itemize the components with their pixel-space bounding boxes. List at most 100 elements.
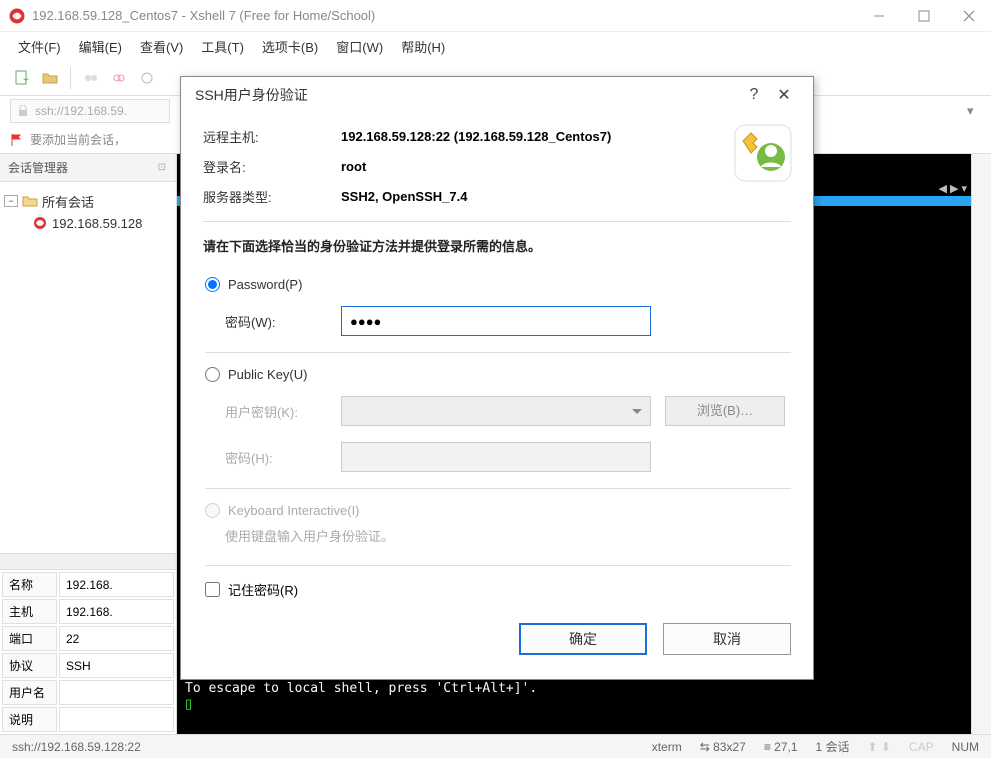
instruction-text: 请在下面选择恰当的身份验证方法并提供登录所需的信息。 [203,236,791,255]
terminal-hint: To escape to local shell, press 'Ctrl+Al… [185,681,537,696]
prop-proto-key: 协议 [2,653,57,678]
disconnect-icon[interactable] [135,66,159,90]
userkey-combo [341,396,651,426]
tree-root[interactable]: − 所有会话 [4,190,172,212]
passphrase-label: 密码(H): [225,448,341,467]
server-type-label: 服务器类型: [203,187,341,206]
password-field-label: 密码(W): [225,312,341,331]
session-manager-sidebar: 会话管理器 ⊡ − 所有会话 192.168.59.128 名称192.168.… [0,154,177,734]
dialog-close-button[interactable]: ✕ [769,85,799,105]
address-dropdown-icon[interactable]: ▾ [967,103,981,119]
login-label: 登录名: [203,157,341,176]
remote-host-label: 远程主机: [203,127,341,146]
svg-text:+: + [23,75,29,86]
menu-file[interactable]: 文件(F) [10,34,69,59]
status-term: xterm [652,740,682,754]
password-radio[interactable]: Password(P) [205,277,791,292]
prop-desc-key: 说明 [2,707,57,732]
prop-host-key: 主机 [2,599,57,624]
window-title: 192.168.59.128_Centos7 - Xshell 7 (Free … [32,8,856,23]
divider [203,221,791,222]
status-arrows: ⬆ ⬇ [868,740,891,754]
divider [205,352,791,353]
open-folder-icon[interactable] [38,66,62,90]
divider [205,565,791,566]
tree-root-label: 所有会话 [42,192,94,211]
prop-proto-val: SSH [59,653,174,678]
publickey-radio-label: Public Key(U) [228,367,307,382]
sidebar-pin-icon[interactable]: ⊡ [158,162,168,173]
keyboard-interactive-radio-input [205,503,220,518]
menu-edit[interactable]: 编辑(E) [71,34,130,59]
menu-help[interactable]: 帮助(H) [393,34,453,59]
maximize-button[interactable] [901,0,946,32]
remember-password-checkbox[interactable]: 记住密码(R) [205,580,791,599]
connect-icon[interactable] [79,66,103,90]
server-type-value: SSH2, OpenSSH_7.4 [341,189,467,204]
menu-tools[interactable]: 工具(T) [193,34,252,59]
collapse-icon[interactable]: − [4,195,18,207]
new-file-icon[interactable]: + [10,66,34,90]
password-radio-label: Password(P) [228,277,302,292]
minimize-button[interactable] [856,0,901,32]
prop-user-key: 用户名 [2,680,57,705]
dialog-title-bar: SSH用户身份验证 ? ✕ [181,77,813,113]
status-sessions: 1 会话 [816,738,850,755]
status-pos: ≡ 27,1 [764,740,798,754]
auth-user-icon [733,123,793,183]
publickey-radio[interactable]: Public Key(U) [205,367,791,382]
toolbar-separator [70,67,71,89]
sidebar-title: 会话管理器 [8,159,68,176]
prop-host-val: 192.168. [59,599,174,624]
tree-session-label: 192.168.59.128 [52,216,142,231]
dialog-title: SSH用户身份验证 [195,85,308,105]
status-bar: ssh://192.168.59.128:22 xterm ⇆ 83x27 ≡ … [0,734,991,758]
keyboard-interactive-label: Keyboard Interactive(I) [228,503,360,518]
ssh-auth-dialog: SSH用户身份验证 ? ✕ 远程主机:192.168.59.128:22 (19… [180,76,814,680]
prop-port-key: 端口 [2,626,57,651]
remote-host-value: 192.168.59.128:22 (192.168.59.128_Centos… [341,129,611,144]
password-radio-input[interactable] [205,277,220,292]
prop-user-val [59,680,174,705]
quick-hint: 要添加当前会话， [30,131,126,148]
session-tree: − 所有会话 192.168.59.128 [0,182,176,553]
prop-name-key: 名称 [2,572,57,597]
password-input[interactable] [341,306,651,336]
publickey-radio-input[interactable] [205,367,220,382]
status-cap: CAP [909,740,934,754]
sidebar-scrollbar[interactable] [0,553,176,569]
login-value: root [341,159,366,174]
title-bar: 192.168.59.128_Centos7 - Xshell 7 (Free … [0,0,991,32]
flag-icon [10,133,24,147]
passphrase-input [341,442,651,472]
userkey-label: 用户密钥(K): [225,402,341,421]
sidebar-header: 会话管理器 ⊡ [0,154,176,182]
ok-button[interactable]: 确定 [519,623,647,655]
folder-icon [22,193,38,209]
address-text: ssh://192.168.59. [35,104,127,118]
divider [205,488,791,489]
prop-port-val: 22 [59,626,174,651]
menu-bar: 文件(F) 编辑(E) 查看(V) 工具(T) 选项卡(B) 窗口(W) 帮助(… [0,32,991,60]
cancel-button[interactable]: 取消 [663,623,791,655]
status-num: NUM [952,740,979,754]
tree-session-item[interactable]: 192.168.59.128 [4,212,172,234]
menu-view[interactable]: 查看(V) [132,34,191,59]
keyboard-interactive-note: 使用键盘输入用户身份验证。 [205,526,791,545]
dialog-help-button[interactable]: ? [739,86,769,104]
address-input[interactable]: ssh://192.168.59. [10,99,170,123]
status-uri: ssh://192.168.59.128:22 [12,740,141,754]
close-window-button[interactable] [946,0,991,32]
menu-tabs[interactable]: 选项卡(B) [254,34,326,59]
keyboard-interactive-radio: Keyboard Interactive(I) [205,503,791,518]
terminal-cursor: ▯ [185,696,192,712]
prop-desc-val [59,707,174,732]
session-properties: 名称192.168. 主机192.168. 端口22 协议SSH 用户名 说明 [0,569,176,734]
tab-arrows[interactable]: ◀ ▶ ▾ [938,182,967,195]
right-pane [971,154,991,734]
browse-button: 浏览(B)… [665,396,785,426]
link-icon[interactable] [107,66,131,90]
app-icon [8,7,26,25]
menu-window[interactable]: 窗口(W) [328,34,391,59]
remember-password-input[interactable] [205,582,220,597]
